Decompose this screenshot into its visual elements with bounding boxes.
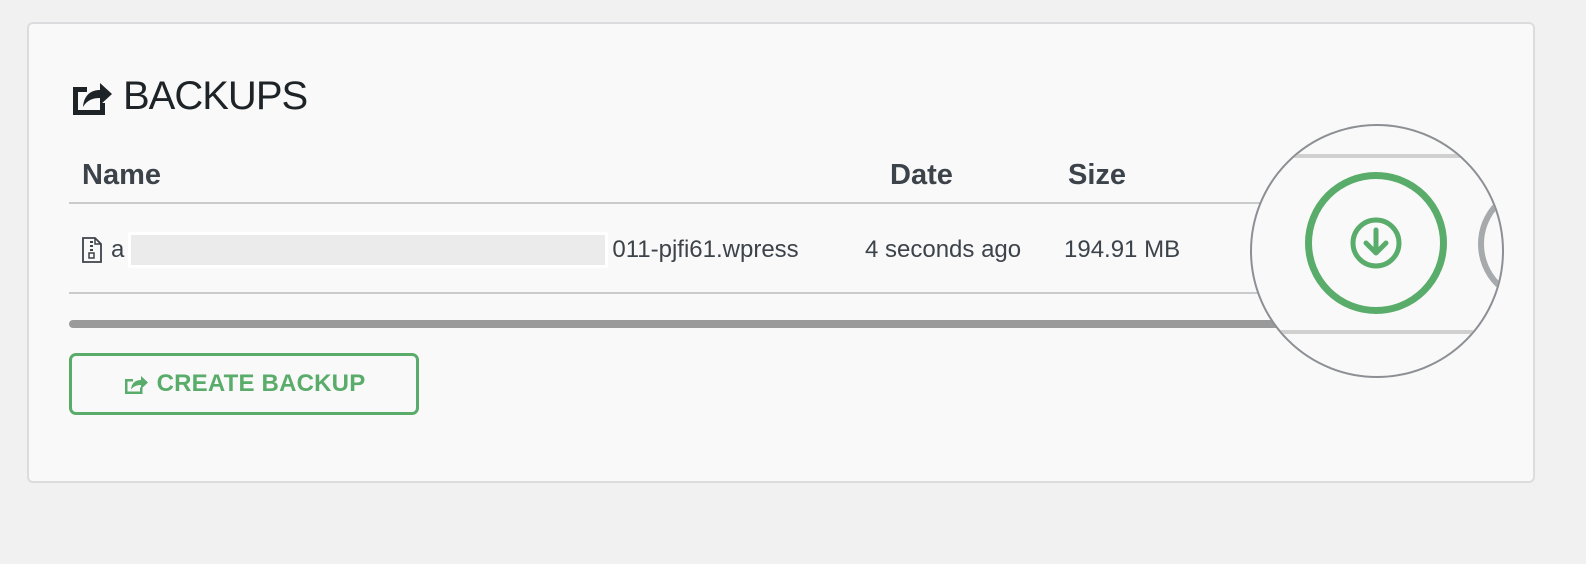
column-header-size[interactable]: Size — [1068, 159, 1126, 192]
redacted-filename-segment — [128, 232, 609, 268]
table-row: a 011-pjfi61.wpress 4 seconds ago 194.91… — [81, 230, 1180, 270]
zip-file-icon — [82, 237, 102, 263]
next-action-button[interactable] — [1478, 184, 1502, 304]
column-header-name[interactable]: Name — [82, 159, 161, 192]
backup-file-name-end: 011-pjfi61.wpress — [612, 236, 799, 263]
create-backup-button[interactable]: CREATE BACKUP — [69, 353, 419, 415]
table-row-divider — [69, 292, 1319, 294]
create-backup-label: CREATE BACKUP — [156, 370, 366, 397]
download-backup-button[interactable] — [1305, 172, 1447, 314]
magnified-actions-callout — [1250, 124, 1504, 378]
backup-file-name-start: a — [111, 236, 125, 263]
magnified-divider — [1252, 154, 1502, 158]
page-title: BACKUPS — [123, 74, 308, 118]
backup-size: 194.91 MB — [1064, 236, 1181, 263]
download-circle-arrow-icon — [1350, 217, 1402, 269]
panel-header: BACKUPS — [69, 74, 308, 119]
column-header-date[interactable]: Date — [890, 159, 953, 192]
share-export-icon — [124, 376, 148, 394]
magnified-divider — [1252, 330, 1502, 334]
backups-panel: BACKUPS Name Date Size a 011-pjfi61.wpre… — [27, 22, 1535, 483]
backup-date: 4 seconds ago — [865, 236, 1022, 263]
table-header-divider — [69, 202, 1319, 204]
horizontal-scrollbar[interactable] — [69, 320, 1319, 328]
share-export-icon — [73, 82, 112, 115]
